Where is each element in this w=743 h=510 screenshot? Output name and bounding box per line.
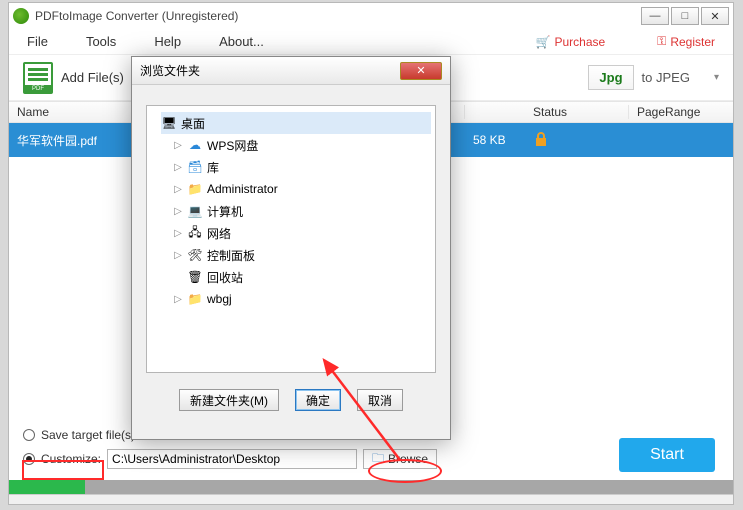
lock-icon [533, 131, 549, 147]
pdf-file-icon [23, 62, 53, 94]
ok-button[interactable]: 确定 [295, 389, 341, 411]
tree-node-admin[interactable]: ▷ 📁 Administrator [173, 178, 431, 200]
expander-icon[interactable]: ▷ [173, 228, 183, 239]
user-folder-icon: 📁 [187, 182, 203, 196]
dialog-title: 浏览文件夹 [140, 62, 200, 79]
window-title: PDFtoImage Converter (Unregistered) [35, 9, 639, 23]
dialog-close-button[interactable]: ✕ [400, 62, 442, 80]
minimize-button[interactable]: — [641, 7, 669, 25]
browse-button[interactable]: 🗀 Browse [363, 449, 437, 469]
desktop-icon: 🖥 [161, 116, 177, 130]
radio-customize[interactable] [23, 453, 35, 465]
tree-node-recycle[interactable]: 🗑 回收站 [173, 266, 431, 288]
browse-folder-dialog: 浏览文件夹 ✕ 🖥 桌面 ▷ ☁ WPS网盘 ▷ 🗃 库 ▷ 📁 Adminis… [131, 56, 451, 440]
tree-node-wps[interactable]: ▷ ☁ WPS网盘 [173, 134, 431, 156]
library-icon: 🗃 [187, 160, 203, 174]
maximize-button[interactable]: □ [671, 7, 699, 25]
computer-icon: 💻 [187, 204, 203, 218]
format-chip: Jpg [588, 65, 633, 90]
close-button[interactable]: ✕ [701, 7, 729, 25]
radio-save-source-label: Save target file(s) [41, 428, 135, 442]
tree-node-desktop[interactable]: 🖥 桌面 [161, 112, 431, 134]
start-button[interactable]: Start [619, 438, 715, 472]
menu-about[interactable]: About... [219, 34, 264, 49]
app-icon [13, 8, 29, 24]
folder-icon: 🗀 [372, 449, 384, 470]
add-file-label: Add File(s) [61, 70, 124, 85]
status-strip [9, 494, 733, 504]
tree-node-computer[interactable]: ▷ 💻 计算机 [173, 200, 431, 222]
menu-help[interactable]: Help [154, 34, 181, 49]
menu-file[interactable]: File [27, 34, 48, 49]
add-file-button[interactable]: Add File(s) [23, 62, 124, 94]
menu-tools[interactable]: Tools [86, 34, 116, 49]
expander-icon[interactable]: ▷ [173, 184, 183, 195]
col-status[interactable]: Status [525, 105, 629, 119]
titlebar: PDFtoImage Converter (Unregistered) — □ … [9, 3, 733, 29]
expander-icon[interactable]: ▷ [173, 162, 183, 173]
radio-customize-label: Customize: [41, 452, 101, 466]
network-icon: 🖧 [187, 226, 203, 240]
expander-icon[interactable]: ▷ [173, 206, 183, 217]
format-selector[interactable]: Jpg to JPEG ▾ [588, 65, 719, 90]
file-name: 华军软件园.pdf [17, 132, 97, 149]
col-range[interactable]: PageRange [629, 105, 733, 119]
purchase-link[interactable]: 🛒 Purchase [536, 35, 606, 49]
file-size: 58 KB [465, 133, 525, 147]
menubar: File Tools Help About... 🛒 Purchase ⚿ Re… [9, 29, 733, 55]
tree-node-network[interactable]: ▷ 🖧 网络 [173, 222, 431, 244]
path-input[interactable] [107, 449, 357, 469]
dialog-buttons: 新建文件夹(M) 确定 取消 [132, 383, 450, 421]
new-folder-button[interactable]: 新建文件夹(M) [179, 389, 279, 411]
format-label: to JPEG [642, 70, 690, 85]
tree-node-library[interactable]: ▷ 🗃 库 [173, 156, 431, 178]
recycle-bin-icon: 🗑 [187, 270, 203, 284]
folder-icon: 📁 [187, 292, 203, 306]
folder-tree[interactable]: 🖥 桌面 ▷ ☁ WPS网盘 ▷ 🗃 库 ▷ 📁 Administrator ▷… [146, 105, 436, 373]
cloud-icon: ☁ [187, 138, 203, 152]
dialog-titlebar: 浏览文件夹 ✕ [132, 57, 450, 85]
tree-node-control-panel[interactable]: ▷ 🛠 控制面板 [173, 244, 431, 266]
control-panel-icon: 🛠 [187, 248, 203, 262]
cart-icon: 🛒 [536, 35, 551, 49]
key-icon: ⚿ [657, 34, 666, 49]
register-link[interactable]: ⚿ Register [657, 34, 715, 49]
progress-fill [9, 480, 85, 494]
radio-save-source[interactable] [23, 429, 35, 441]
cancel-button[interactable]: 取消 [357, 389, 403, 411]
tree-node-wbgj[interactable]: ▷ 📁 wbgj [173, 288, 431, 310]
expander-icon[interactable]: ▷ [173, 140, 183, 151]
expander-icon[interactable]: ▷ [173, 294, 183, 305]
progress-bar [9, 480, 733, 494]
chevron-down-icon: ▾ [714, 72, 719, 83]
expander-icon[interactable]: ▷ [173, 250, 183, 261]
